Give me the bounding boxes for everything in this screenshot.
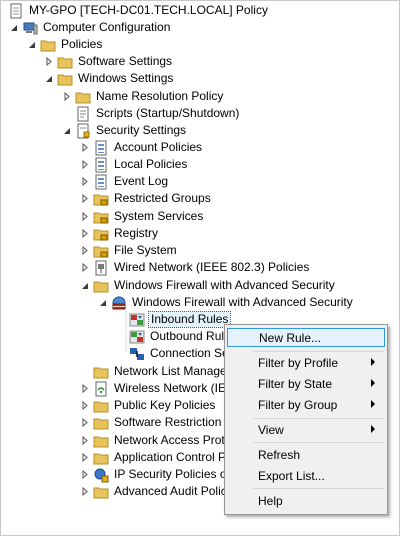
menu-item-label: Filter by State <box>258 376 333 391</box>
menu-item-filter-by-state[interactable]: Filter by State <box>227 374 385 393</box>
menu-separator <box>253 351 384 352</box>
menu-item-export-list[interactable]: Export List... <box>227 466 385 485</box>
menu-item-filter-by-group[interactable]: Filter by Group <box>227 395 385 414</box>
menu-item-filter-by-profile[interactable]: Filter by Profile <box>227 353 385 372</box>
menu-separator <box>253 488 384 489</box>
menu-item-view[interactable]: View <box>227 420 385 439</box>
menu-item-label: Refresh <box>258 447 301 462</box>
menu-item-refresh[interactable]: Refresh <box>227 445 385 464</box>
gpo-editor-window: MY-GPO [TECH-DC01.TECH.LOCAL] Policy Com… <box>0 0 400 536</box>
menu-item-label: New Rule... <box>259 330 322 345</box>
submenu-arrow-icon <box>371 425 375 433</box>
submenu-arrow-icon <box>371 400 375 408</box>
menu-item-help[interactable]: Help <box>227 491 385 510</box>
menu-separator <box>253 442 384 443</box>
menu-separator <box>253 418 384 419</box>
menu-item-new-rule[interactable]: New Rule... <box>227 328 385 347</box>
menu-item-label: Filter by Group <box>258 397 338 412</box>
menu-item-label: Export List... <box>258 468 325 483</box>
menu-item-label: Filter by Profile <box>258 355 339 370</box>
menu-item-label: Help <box>258 493 283 508</box>
submenu-arrow-icon <box>371 358 375 366</box>
menu-item-label: View <box>258 422 284 437</box>
context-menu: New Rule... Filter by Profile Filter by … <box>224 324 388 515</box>
submenu-arrow-icon <box>371 379 375 387</box>
